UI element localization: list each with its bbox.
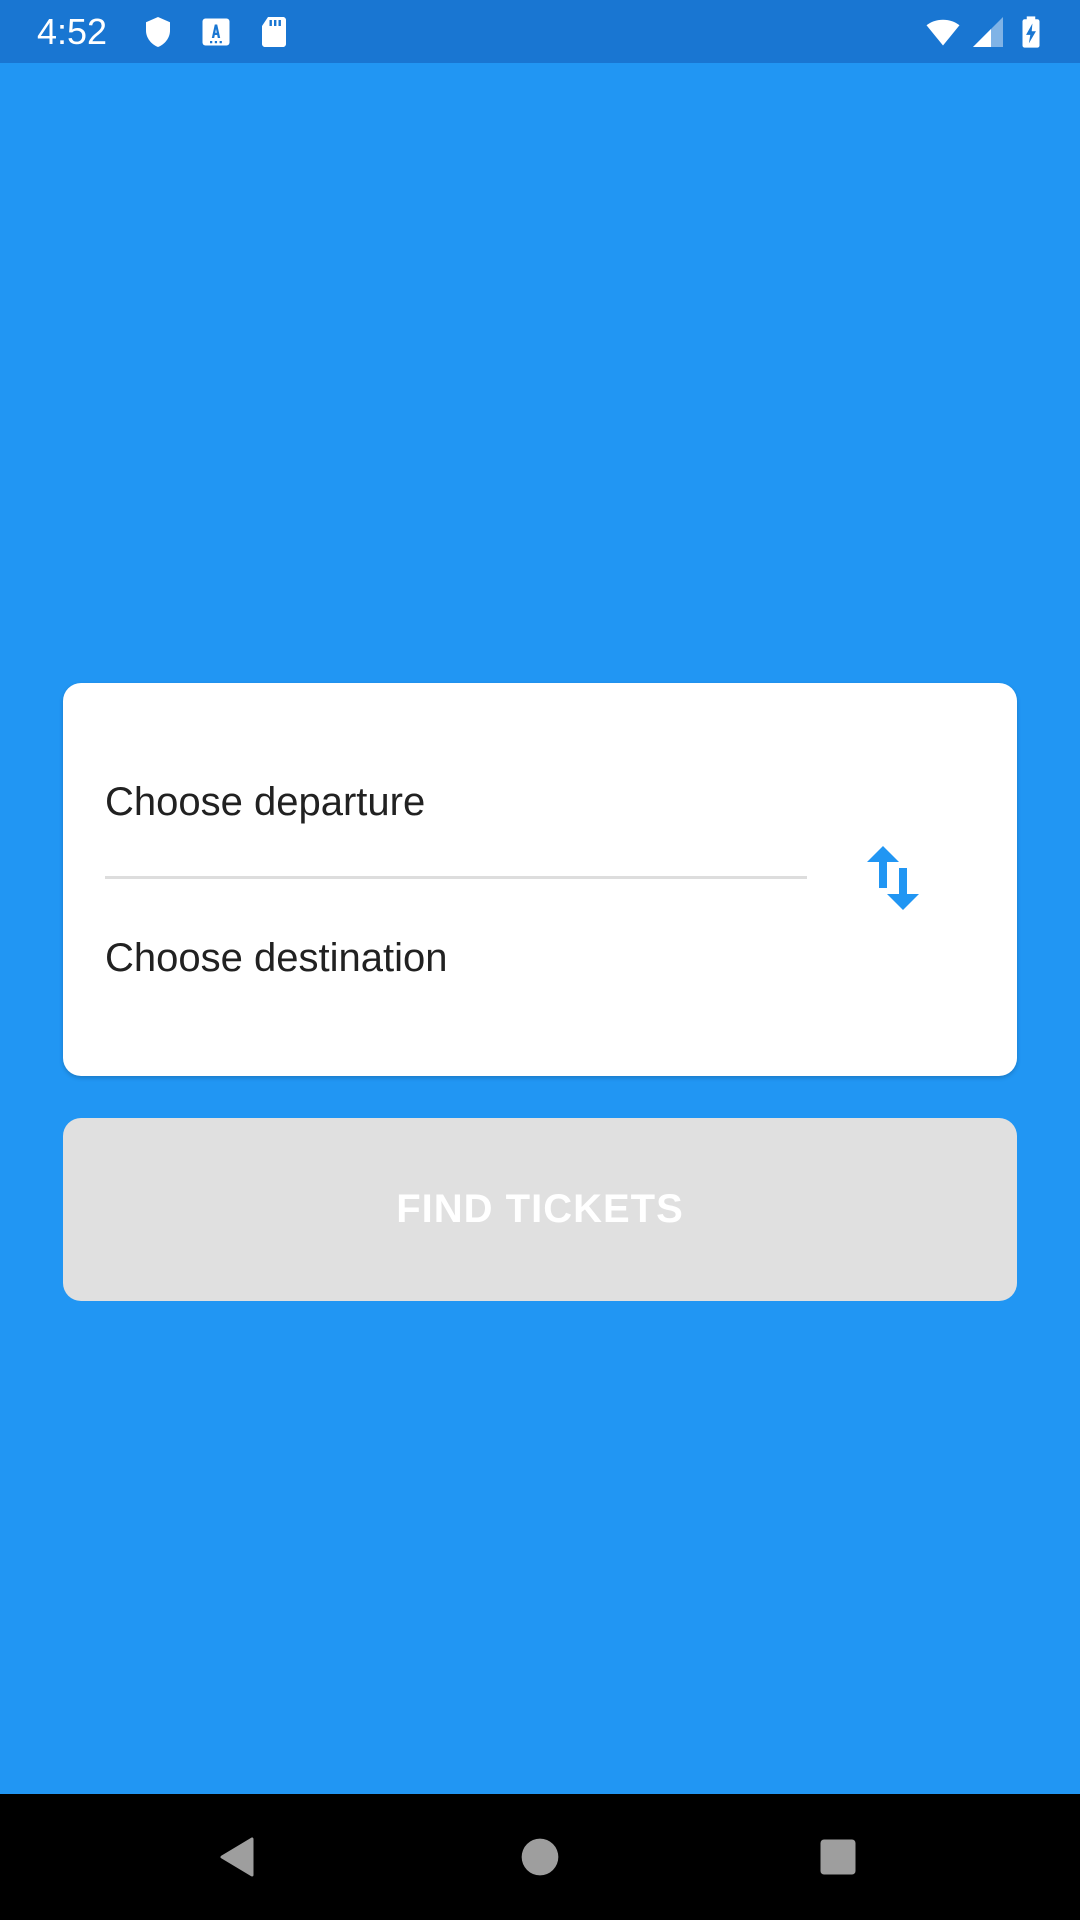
home-icon: [521, 1838, 559, 1876]
destination-field[interactable]: Choose destination: [105, 934, 805, 982]
navigation-bar: [0, 1794, 1080, 1920]
back-button[interactable]: [198, 1817, 278, 1897]
route-card: Choose departure Choose destination: [63, 683, 1017, 1076]
swap-vertical-icon: [867, 846, 919, 910]
field-divider: [105, 876, 807, 879]
status-bar: 4:52: [0, 0, 1080, 63]
status-time: 4:52: [37, 11, 108, 52]
departure-field[interactable]: Choose departure: [105, 778, 805, 826]
sd-card-icon: [262, 17, 286, 47]
home-button[interactable]: [500, 1817, 580, 1897]
shield-icon: [146, 17, 170, 47]
app-content: Choose departure Choose destination FIND…: [0, 63, 1080, 1794]
cellular-signal-icon: [973, 17, 1003, 47]
back-icon: [220, 1837, 254, 1877]
font-download-icon: [202, 18, 230, 46]
find-tickets-button[interactable]: FIND TICKETS: [63, 1118, 1017, 1301]
swap-button[interactable]: [853, 838, 933, 918]
wifi-icon: [926, 19, 960, 46]
battery-charging-icon: [1022, 16, 1040, 48]
recents-icon: [820, 1839, 856, 1875]
recents-button[interactable]: [798, 1817, 878, 1897]
